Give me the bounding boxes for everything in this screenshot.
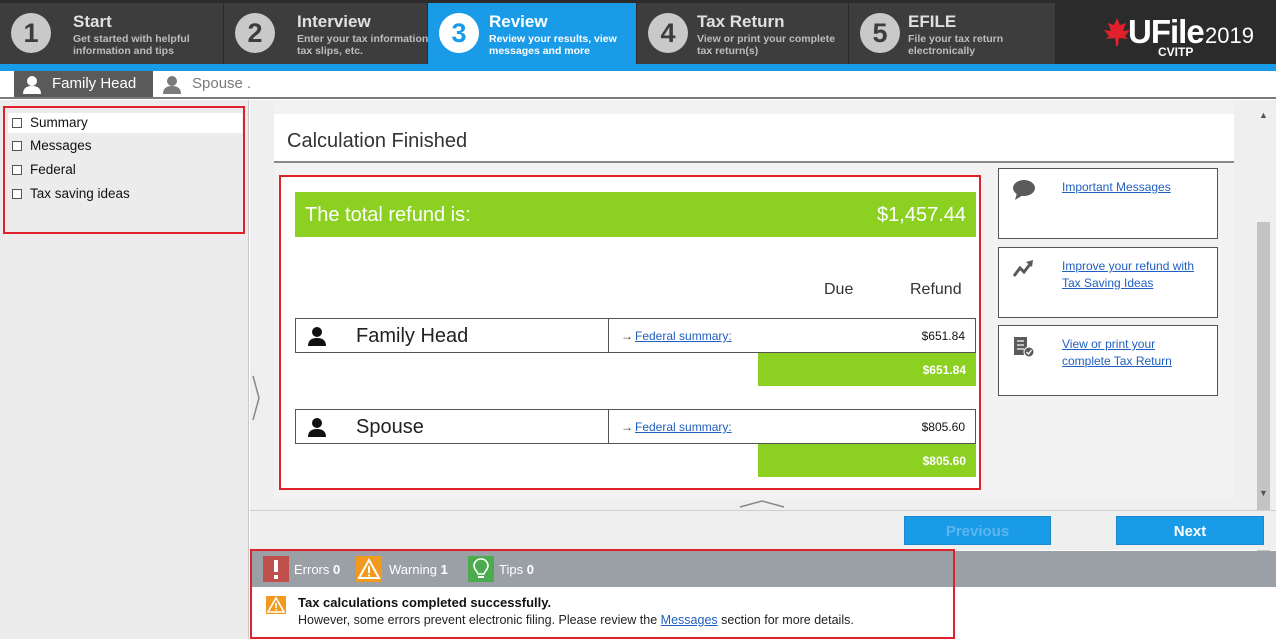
tab-label: Family Head <box>52 75 137 92</box>
person-total-amount: $805.60 <box>922 454 966 468</box>
step-bar-underline <box>0 64 1276 71</box>
step-title: EFILE <box>908 12 957 31</box>
step-tax-return[interactable]: 4 Tax Return View or print your complete… <box>637 3 848 64</box>
step-description: Get started with helpful information and… <box>73 33 190 57</box>
logo-edition: CVITP <box>1158 45 1194 59</box>
sidebar-highlight-frame <box>3 106 245 234</box>
step-description: Review your results, view messages and m… <box>489 33 617 57</box>
ufile-logo: UFile 2019 CVITP <box>1060 3 1276 64</box>
person-total-amount: $651.84 <box>922 363 966 377</box>
card-tax-saving-ideas[interactable]: Improve your refund with Tax Saving Idea… <box>998 247 1218 318</box>
next-button[interactable]: Next <box>1116 516 1264 545</box>
person-icon <box>308 327 326 346</box>
step-description: File your tax return electronically <box>908 33 1004 57</box>
step-start[interactable]: 1 Start Get started with helpful informa… <box>0 3 223 64</box>
step-title: Interview <box>297 12 371 31</box>
scroll-up-icon[interactable]: ▲ <box>1259 110 1268 120</box>
total-refund-label: The total refund is: <box>305 204 471 226</box>
person-total-bar: $805.60 <box>758 444 976 477</box>
person-row-family-head: Family Head → Federal summary: $651.84 <box>295 318 976 353</box>
refund-amount: $651.84 <box>921 329 965 343</box>
card-link[interactable]: View or print your complete Tax Return <box>1062 336 1207 369</box>
total-refund-banner: The total refund is: $1,457.44 <box>295 192 976 237</box>
person-tab-row: Family Head Spouse . <box>0 71 1276 99</box>
chevron-up-icon[interactable] <box>738 499 786 509</box>
tab-spouse[interactable]: Spouse . <box>154 71 264 97</box>
refund-amount: $805.60 <box>921 420 965 434</box>
step-efile[interactable]: 5 EFILE File your tax return electronica… <box>849 3 1055 64</box>
step-description: Enter your tax information, tax slips, e… <box>297 33 432 57</box>
step-title: Start <box>73 12 112 31</box>
speech-bubble-icon <box>1013 180 1035 200</box>
person-icon <box>308 418 326 437</box>
vertical-scrollbar[interactable]: ▲ ▼ <box>1252 100 1276 552</box>
status-highlight-frame <box>250 549 955 639</box>
step-title: Review <box>489 12 548 31</box>
previous-button[interactable]: Previous <box>904 516 1051 545</box>
card-important-messages[interactable]: Important Messages <box>998 168 1218 239</box>
arrow-right-icon: → <box>621 329 633 343</box>
step-title: Tax Return <box>697 12 785 31</box>
tab-label: Spouse . <box>192 75 252 92</box>
divider <box>608 319 609 352</box>
step-interview[interactable]: 2 Interview Enter your tax information, … <box>224 3 431 64</box>
person-row-spouse: Spouse → Federal summary: $805.60 <box>295 409 976 444</box>
person-total-bar: $651.84 <box>758 353 976 386</box>
scrollbar-thumb[interactable] <box>1257 222 1270 552</box>
trend-arrow-icon <box>1012 260 1033 277</box>
step-description: View or print your complete tax return(s… <box>697 33 836 57</box>
document-check-icon <box>1014 337 1035 358</box>
divider <box>608 410 609 443</box>
person-icon <box>163 76 181 94</box>
step-number: 4 <box>648 13 688 53</box>
step-number: 3 <box>439 13 479 53</box>
step-review[interactable]: 3 Review Review your results, view messa… <box>428 3 636 64</box>
federal-summary-link[interactable]: Federal summary: <box>635 420 732 434</box>
step-number: 5 <box>860 13 900 53</box>
total-refund-amount: $1,457.44 <box>877 204 966 226</box>
person-icon <box>23 76 41 94</box>
column-header-refund: Refund <box>910 281 962 298</box>
tab-family-head[interactable]: Family Head <box>14 71 153 97</box>
arrow-right-icon: → <box>621 420 633 434</box>
step-number: 2 <box>235 13 275 53</box>
chevron-left-icon[interactable] <box>251 374 261 422</box>
card-link[interactable]: Important Messages <box>1062 179 1207 196</box>
scroll-down-icon[interactable]: ▼ <box>1259 488 1268 498</box>
logo-year: 2019 <box>1205 23 1254 48</box>
person-name: Spouse <box>356 416 424 438</box>
card-link[interactable]: Improve your refund with Tax Saving Idea… <box>1062 258 1207 291</box>
column-header-due: Due <box>824 281 854 298</box>
federal-summary-link[interactable]: Federal summary: <box>635 329 732 343</box>
page-title: Calculation Finished <box>287 130 468 152</box>
card-view-tax-return[interactable]: View or print your complete Tax Return <box>998 325 1218 396</box>
step-number: 1 <box>11 13 51 53</box>
person-name: Family Head <box>356 325 469 347</box>
